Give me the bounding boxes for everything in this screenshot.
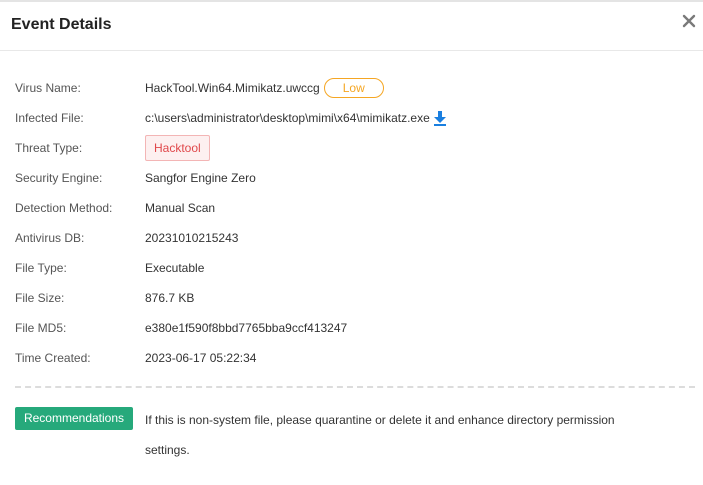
close-icon[interactable]: [681, 13, 697, 29]
threat-type-tag: Hacktool: [145, 135, 210, 161]
recommendations-text: If this is non-system file, please quara…: [145, 413, 615, 457]
dialog-title: Event Details: [11, 16, 112, 33]
infected-file-value: c:\users\administrator\desktop\mimi\x64\…: [145, 111, 430, 125]
security-engine-label: Security Engine:: [15, 171, 103, 185]
time-created-label: Time Created:: [15, 351, 91, 365]
recommendations-button[interactable]: Recommendations: [15, 407, 133, 430]
time-created-value: 2023-06-17 05:22:34: [145, 351, 257, 365]
file-md5-value: e380e1f590f8bbd7765bba9ccf413247: [145, 321, 348, 335]
virus-name-label: Virus Name:: [15, 81, 81, 95]
event-details-dialog: Event Details Virus Name: HackTool.Win64…: [0, 0, 703, 485]
antivirus-db-label: Antivirus DB:: [15, 231, 85, 245]
download-icon[interactable]: [433, 110, 447, 126]
file-type-value: Executable: [145, 261, 205, 275]
infected-file-value-wrap: c:\users\administrator\desktop\mimi\x64\…: [145, 108, 447, 128]
file-type-label: File Type:: [15, 261, 67, 275]
virus-name-value-wrap: HackTool.Win64.Mimikatz.uwccg Low: [145, 78, 384, 98]
file-size-value: 876.7 KB: [145, 291, 195, 305]
section-divider: [15, 386, 695, 388]
dialog-header: Event Details: [0, 2, 703, 51]
security-engine-value: Sangfor Engine Zero: [145, 171, 256, 185]
threat-type-label: Threat Type:: [15, 141, 83, 155]
antivirus-db-value: 20231010215243: [145, 231, 239, 245]
virus-name-value: HackTool.Win64.Mimikatz.uwccg: [145, 81, 320, 95]
file-size-label: File Size:: [15, 291, 65, 305]
threat-level-badge: Low: [323, 78, 384, 98]
file-md5-label: File MD5:: [15, 321, 67, 335]
infected-file-label: Infected File:: [15, 111, 84, 125]
threat-type-value-wrap: Hacktool: [145, 135, 210, 161]
detection-method-value: Manual Scan: [145, 201, 216, 215]
detection-method-label: Detection Method:: [15, 201, 113, 215]
